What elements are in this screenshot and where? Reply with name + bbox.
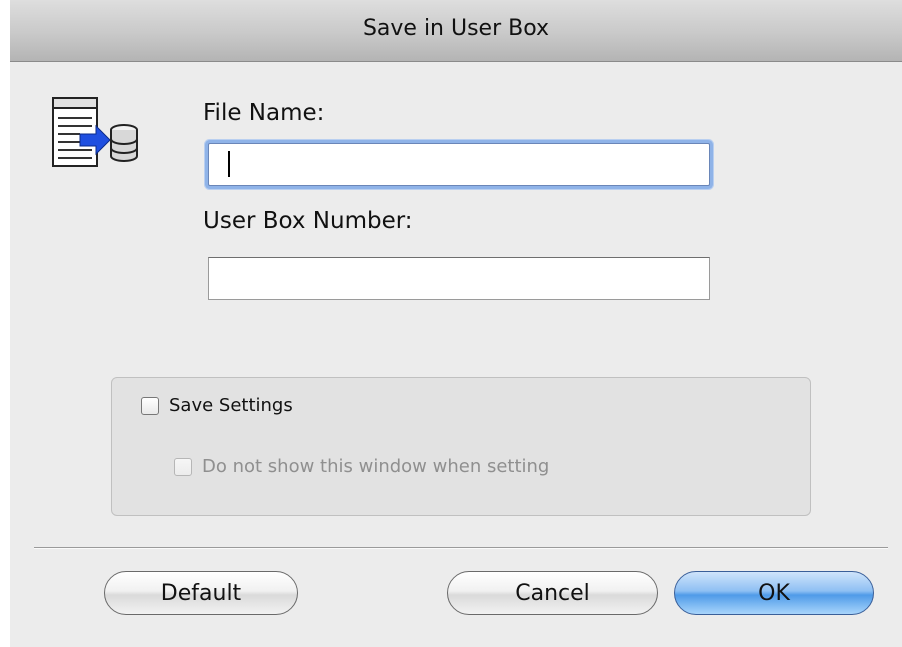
save-settings-checkbox[interactable]	[141, 396, 159, 415]
save-to-box-icon	[52, 97, 138, 167]
text-caret	[228, 151, 230, 177]
button-separator	[34, 547, 888, 549]
user-box-number-label: User Box Number:	[203, 208, 413, 234]
user-box-number-input[interactable]	[208, 257, 710, 300]
title-bar[interactable]: Save in User Box	[10, 0, 902, 62]
do-not-show-option: Do not show this window when setting	[174, 456, 549, 477]
do-not-show-label: Do not show this window when setting	[202, 456, 550, 477]
window-title: Save in User Box	[362, 16, 550, 41]
ok-button[interactable]: OK	[674, 571, 874, 615]
default-button[interactable]: Default	[104, 571, 298, 615]
file-name-label: File Name:	[203, 100, 325, 126]
save-in-user-box-dialog: Save in User Box File Name: User Box Num…	[10, 0, 902, 647]
save-settings-label: Save Settings	[169, 395, 293, 416]
do-not-show-checkbox	[174, 457, 192, 476]
cancel-button[interactable]: Cancel	[447, 571, 658, 615]
save-settings-option[interactable]: Save Settings	[141, 395, 293, 416]
file-name-input[interactable]	[208, 143, 710, 186]
